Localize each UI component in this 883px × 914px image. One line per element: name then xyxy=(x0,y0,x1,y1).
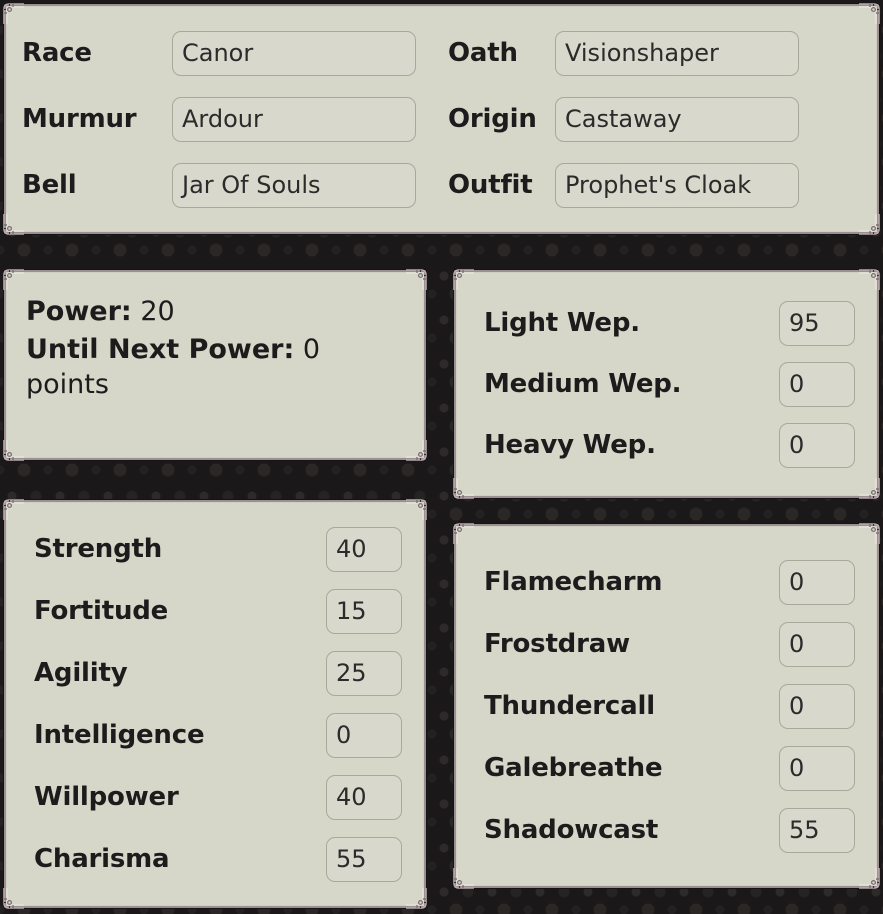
ornament-corner-icon xyxy=(858,213,880,235)
galebreathe-field[interactable]: 0 xyxy=(779,745,855,791)
power-body: Power: 20 Until Next Power: 0 points xyxy=(26,294,404,436)
character-sheet: Race Canor Oath Visionshaper Murmur Ardo… xyxy=(0,0,883,914)
fortitude-label: Fortitude xyxy=(34,596,169,626)
weapon-proficiency-panel: Light Wep. 95 Medium Wep. 0 Heavy Wep. 0 xyxy=(453,269,880,499)
charisma-field[interactable]: 55 xyxy=(326,836,402,882)
origin-label: Origin xyxy=(448,104,537,134)
ornament-corner-icon xyxy=(405,439,427,461)
table-row: Galebreathe 0 xyxy=(484,745,855,791)
frostdraw-label: Frostdraw xyxy=(484,629,630,659)
table-row: Agility 25 xyxy=(34,650,402,696)
outfit-field[interactable]: Prophet's Cloak xyxy=(555,162,799,208)
heavy-wep-label: Heavy Wep. xyxy=(484,430,656,460)
power-line: Power: 20 xyxy=(26,294,404,330)
shadowcast-label: Shadowcast xyxy=(484,815,659,845)
willpower-field[interactable]: 40 xyxy=(326,774,402,820)
until-next-power-line: Until Next Power: 0 points xyxy=(26,332,404,403)
oath-label: Oath xyxy=(448,38,518,68)
bell-label: Bell xyxy=(22,170,77,200)
flamecharm-label: Flamecharm xyxy=(484,567,663,597)
galebreathe-label: Galebreathe xyxy=(484,753,663,783)
identity-panel: Race Canor Oath Visionshaper Murmur Ardo… xyxy=(3,3,880,235)
ornament-corner-icon xyxy=(3,269,25,291)
agility-field[interactable]: 25 xyxy=(326,650,402,696)
medium-wep-field[interactable]: 0 xyxy=(779,361,855,407)
attunement-list: Flamecharm 0 Frostdraw 0 Thundercall 0 G… xyxy=(456,526,877,886)
heavy-wep-field[interactable]: 0 xyxy=(779,422,855,468)
light-wep-field[interactable]: 95 xyxy=(779,300,855,346)
identity-grid: Race Canor Oath Visionshaper Murmur Ardo… xyxy=(22,20,861,218)
strength-field[interactable]: 40 xyxy=(326,526,402,572)
fortitude-field[interactable]: 15 xyxy=(326,588,402,634)
attunement-panel: Flamecharm 0 Frostdraw 0 Thundercall 0 G… xyxy=(453,523,880,889)
ornament-corner-icon xyxy=(405,269,427,291)
table-row: Charisma 55 xyxy=(34,836,402,882)
charisma-label: Charisma xyxy=(34,844,170,874)
table-row: Frostdraw 0 xyxy=(484,621,855,667)
thundercall-label: Thundercall xyxy=(484,691,655,721)
stat-row: Medium Wep. 0 xyxy=(484,361,855,407)
attribute-list: Strength 40 Fortitude 15 Agility 25 Inte… xyxy=(6,502,424,906)
flamecharm-field[interactable]: 0 xyxy=(779,559,855,605)
table-row: Fortitude 15 xyxy=(34,588,402,634)
table-row: Flamecharm 0 xyxy=(484,559,855,605)
until-next-power-label: Until Next Power: xyxy=(26,333,295,365)
ornament-corner-icon xyxy=(858,3,880,25)
stat-row: Heavy Wep. 0 xyxy=(484,422,855,468)
agility-label: Agility xyxy=(34,658,128,688)
table-row: Strength 40 xyxy=(34,526,402,572)
race-field[interactable]: Canor xyxy=(172,30,416,76)
table-row: Intelligence 0 xyxy=(34,712,402,758)
table-row: Willpower 40 xyxy=(34,774,402,820)
murmur-label: Murmur xyxy=(22,104,137,134)
weapon-list: Light Wep. 95 Medium Wep. 0 Heavy Wep. 0 xyxy=(456,272,877,496)
intelligence-label: Intelligence xyxy=(34,720,205,750)
frostdraw-field[interactable]: 0 xyxy=(779,621,855,667)
power-value: 20 xyxy=(140,296,175,327)
strength-label: Strength xyxy=(34,534,163,564)
until-next-power-value: 0 xyxy=(302,333,321,365)
willpower-label: Willpower xyxy=(34,782,179,812)
stat-row: Light Wep. 95 xyxy=(484,300,855,346)
medium-wep-label: Medium Wep. xyxy=(484,369,682,399)
points-units: points xyxy=(26,369,109,401)
outfit-label: Outfit xyxy=(448,170,533,200)
origin-field[interactable]: Castaway xyxy=(555,96,799,142)
power-label: Power: xyxy=(26,296,132,327)
shadowcast-field[interactable]: 55 xyxy=(779,807,855,853)
oath-field[interactable]: Visionshaper xyxy=(555,30,799,76)
race-label: Race xyxy=(22,38,92,68)
power-panel: Power: 20 Until Next Power: 0 points xyxy=(3,269,427,461)
murmur-field[interactable]: Ardour xyxy=(172,96,416,142)
thundercall-field[interactable]: 0 xyxy=(779,683,855,729)
table-row: Thundercall 0 xyxy=(484,683,855,729)
table-row: Shadowcast 55 xyxy=(484,807,855,853)
bell-field[interactable]: Jar Of Souls xyxy=(172,162,416,208)
attributes-panel: Strength 40 Fortitude 15 Agility 25 Inte… xyxy=(3,499,427,909)
intelligence-field[interactable]: 0 xyxy=(326,712,402,758)
light-wep-label: Light Wep. xyxy=(484,308,640,338)
ornament-corner-icon xyxy=(3,439,25,461)
